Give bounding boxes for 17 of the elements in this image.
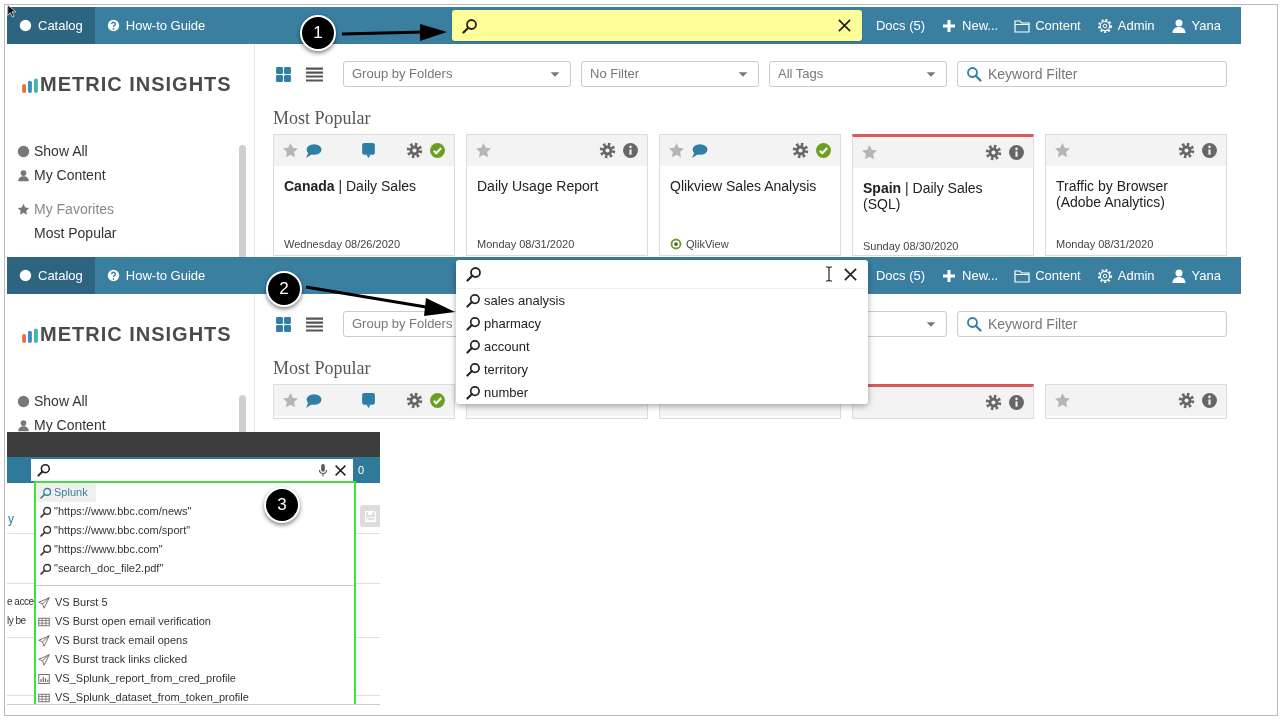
card-date: Monday 08/31/2020 (476, 237, 576, 252)
body-text: ly be (7, 614, 26, 628)
card-date: Monday 08/31/2020 (1055, 237, 1155, 252)
section-title: Most Popular (273, 107, 371, 129)
card-title: Spain | Daily Sales (SQL) (862, 179, 984, 214)
card-title: Daily Usage Report (476, 177, 600, 196)
card-date: Sunday 08/30/2020 (862, 239, 960, 254)
card-title: Traffic by Browser (Adobe Analytics) (1055, 177, 1170, 212)
card-title: Canada | Daily Sales (283, 177, 418, 196)
logo-text: METRIC INSIGHTS (40, 322, 232, 346)
card-date: Wednesday 08/26/2020 (283, 237, 401, 252)
section-title: Most Popular (273, 357, 371, 379)
card-source: QlikView (686, 237, 729, 252)
logo-text: METRIC INSIGHTS (40, 72, 232, 96)
notification-count: 0 (358, 463, 365, 478)
body-text: e acce (7, 595, 34, 609)
card-title: Qlikview Sales Analysis (669, 177, 818, 196)
